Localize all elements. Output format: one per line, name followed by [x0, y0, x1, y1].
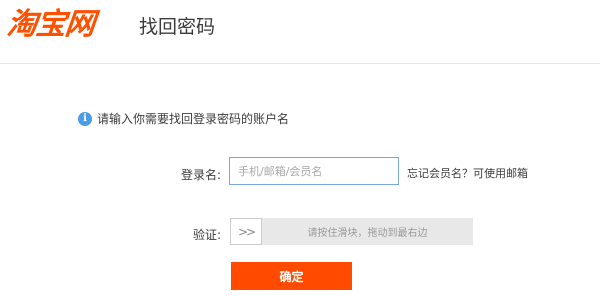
double-chevron-right-icon: >> — [237, 224, 256, 239]
page-title: 找回密码 — [139, 16, 216, 38]
account-name-input[interactable] — [229, 157, 399, 185]
taobao-logo[interactable]: 淘宝网 — [5, 7, 96, 42]
slider-handle[interactable]: >> — [230, 218, 262, 245]
verify-label: 验证: — [192, 228, 221, 242]
forgot-username-hint: 忘记会员名？可使用邮箱 — [407, 167, 528, 180]
info-icon: i — [78, 111, 92, 126]
account-label: 登录名: — [180, 168, 221, 182]
instruction-text: 请输入你需要找回登录密码的账户名 — [97, 112, 290, 126]
page-header: 淘宝网 找回密码 — [0, 0, 600, 64]
confirm-button[interactable]: 确定 — [231, 262, 352, 290]
main-content: i 请输入你需要找回登录密码的账户名 登录名: 忘记会员名？可使用邮箱 验证: … — [0, 64, 600, 296]
slide-verification: >> 请按住滑块，拖动到最右边 — [230, 218, 473, 245]
slider-instruction: 请按住滑块，拖动到最右边 — [307, 228, 428, 239]
instruction-tip: i 请输入你需要找回登录密码的账户名 — [78, 110, 289, 127]
